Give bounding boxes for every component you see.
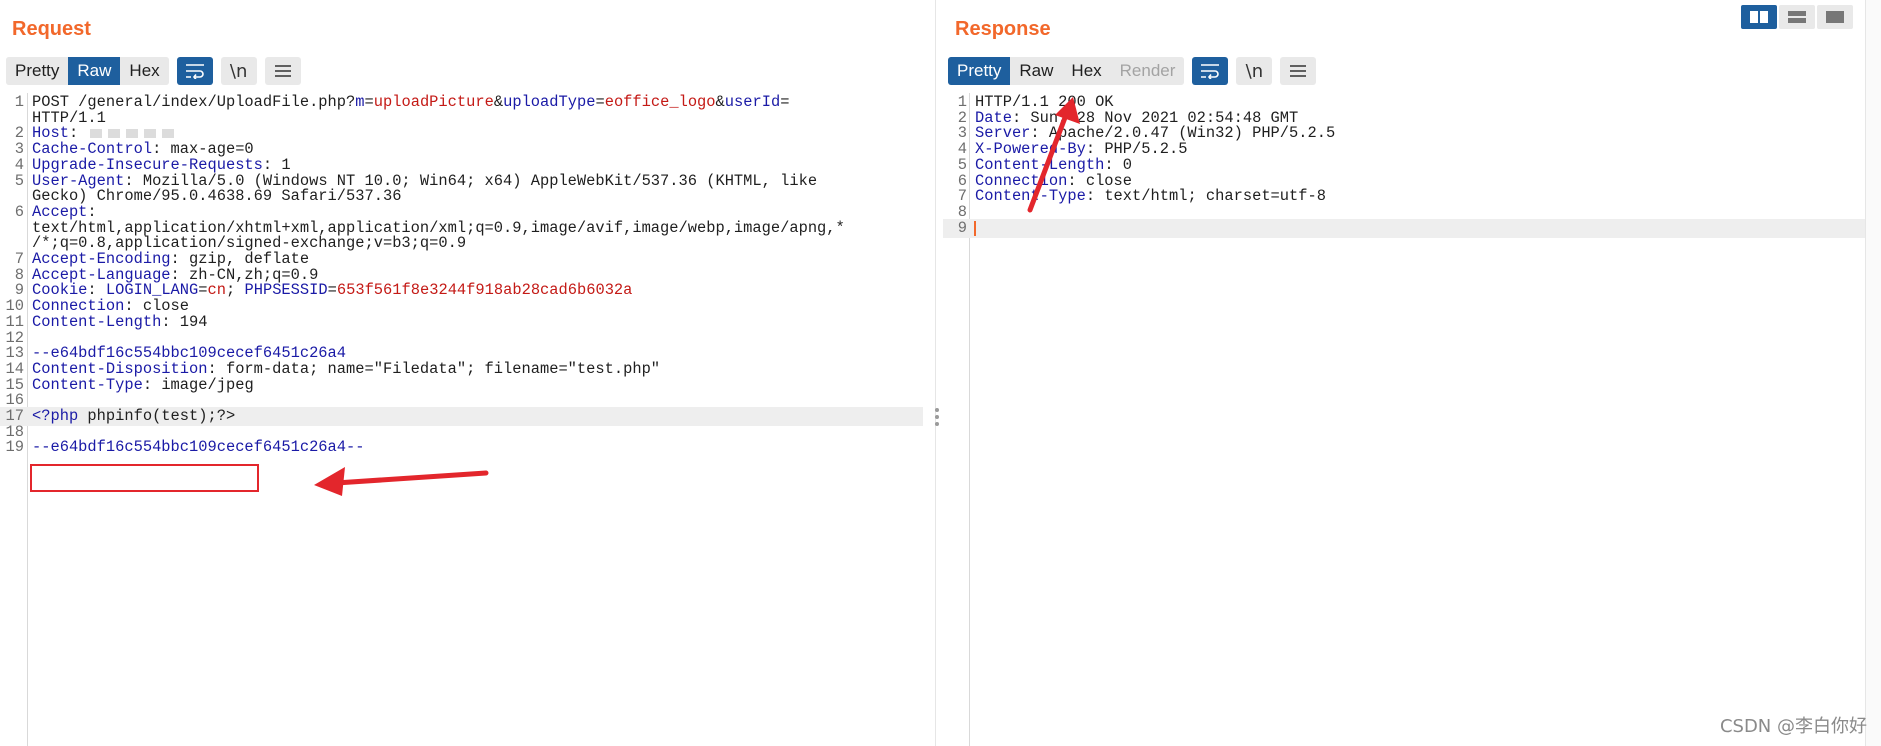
response-toolbar: Pretty Raw Hex Render \n xyxy=(948,57,1317,85)
request-editor[interactable]: 1 POST /general/index/UploadFile.php?m=up… xyxy=(0,93,935,746)
wrap-lines-icon xyxy=(185,64,204,79)
response-view-tabs: Pretty Raw Hex Render xyxy=(948,57,1185,85)
redacted-block xyxy=(162,128,175,138)
response-tab-render[interactable]: Render xyxy=(1110,57,1185,85)
columns-icon xyxy=(1750,11,1768,23)
single-pane-icon xyxy=(1826,11,1844,23)
watermark: CSDN @李白你好 xyxy=(1719,716,1867,737)
request-toolbar: Pretty Raw Hex \n xyxy=(6,57,301,85)
response-tab-hex[interactable]: Hex xyxy=(1062,57,1111,85)
payload-highlight-box xyxy=(30,464,259,492)
request-pane: Request Pretty Raw Hex \n 1 POST /general/i… xyxy=(0,0,936,746)
request-menu-button[interactable] xyxy=(264,57,301,85)
text-cursor xyxy=(974,220,976,236)
redacted-block xyxy=(90,128,103,138)
response-menu-button[interactable] xyxy=(1280,57,1317,85)
request-line[interactable]: 19 --e64bdf16c554bbc109cecef6451c26a4-- xyxy=(0,438,923,457)
layout-toggle xyxy=(1741,5,1853,29)
request-title: Request xyxy=(12,18,91,40)
menu-icon xyxy=(1290,65,1307,77)
line-number: 19 xyxy=(5,438,24,457)
line-number: 9 xyxy=(957,218,967,237)
response-editor[interactable]: 1 HTTP/1.1 200 OK 2 Date: Sun, 28 Nov 2021 … xyxy=(943,93,1881,746)
redacted-block xyxy=(108,128,121,138)
horizontal-layout-button[interactable] xyxy=(1779,5,1815,29)
newline-icon: \n xyxy=(1245,60,1264,82)
request-tab-pretty[interactable]: Pretty xyxy=(6,57,69,85)
pane-splitter-handle[interactable] xyxy=(935,405,941,429)
request-tab-hex[interactable]: Hex xyxy=(120,57,169,85)
side-by-side-layout-button[interactable] xyxy=(1741,5,1777,29)
wrap-lines-icon xyxy=(1201,64,1220,79)
response-pane: Response Pretty Raw Hex Render \n 1 HTTP/1.1… xyxy=(943,0,1881,746)
request-tab-raw[interactable]: Raw xyxy=(68,57,121,85)
menu-icon xyxy=(274,65,291,77)
rows-icon xyxy=(1788,11,1806,23)
line-text: --e64bdf16c554bbc109cecef6451c26a4-- xyxy=(32,438,365,457)
response-tab-pretty[interactable]: Pretty xyxy=(948,57,1011,85)
response-title: Response xyxy=(955,18,1051,40)
request-newline-button[interactable]: \n xyxy=(220,57,257,85)
request-view-tabs: Pretty Raw Hex xyxy=(6,57,169,85)
single-layout-button[interactable] xyxy=(1817,5,1853,29)
response-wrap-button[interactable] xyxy=(1192,57,1229,85)
redacted-block xyxy=(126,128,139,138)
newline-icon: \n xyxy=(229,60,248,82)
response-tab-raw[interactable]: Raw xyxy=(1010,57,1063,85)
redacted-block xyxy=(144,128,157,138)
response-scrollbar[interactable] xyxy=(1865,0,1881,746)
response-line[interactable]: 9 xyxy=(943,218,1869,238)
request-wrap-button[interactable] xyxy=(176,57,213,85)
response-newline-button[interactable]: \n xyxy=(1236,57,1273,85)
